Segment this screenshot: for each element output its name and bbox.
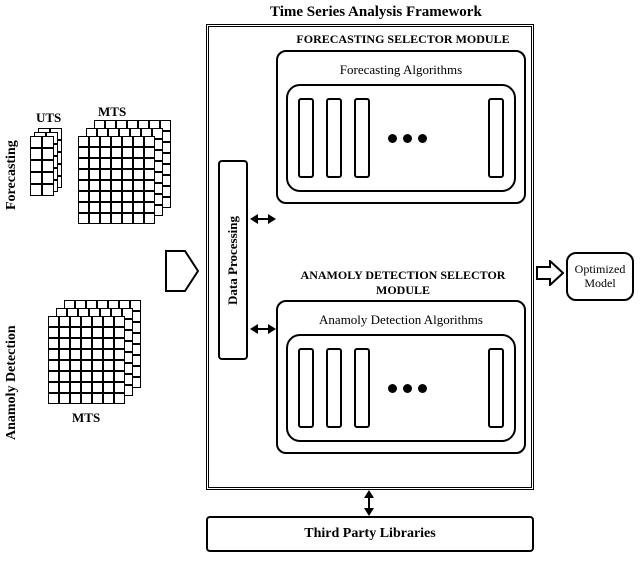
uts-data-stack (30, 128, 70, 202)
ellipsis-icon (388, 384, 427, 393)
anomaly-module-title: ANAMOLY DETECTION SELECTOR MODULE (278, 268, 528, 298)
forecasting-subtitle: Forecasting Algorithms (286, 62, 516, 78)
forecasting-module-title: FORECASTING SELECTOR MODULE (278, 32, 528, 47)
data-processing-label: Data Processing (225, 216, 241, 305)
algo-slot (326, 98, 342, 178)
forecasting-module: Forecasting Algorithms (276, 50, 526, 204)
data-processing-block: Data Processing (218, 160, 248, 360)
algo-slot (354, 98, 370, 178)
axis-label-forecasting: Forecasting (4, 120, 20, 210)
algo-slot (298, 348, 314, 428)
label-uts: UTS (36, 110, 61, 126)
algo-slot (354, 348, 370, 428)
label-mts-top: MTS (98, 104, 126, 120)
axis-label-anomaly: Anamoly Detection (4, 300, 20, 440)
output-arrow-icon (536, 260, 564, 286)
mts-top-stack (78, 120, 178, 230)
algo-slot (298, 98, 314, 178)
anomaly-algobox (286, 334, 516, 442)
bi-arrow-dp-anomaly-icon (250, 320, 276, 338)
framework-title: Time Series Analysis Framework (270, 4, 482, 21)
algo-slot (326, 348, 342, 428)
third-party-libraries: Third Party Libraries (206, 516, 534, 552)
anomaly-subtitle: Anamoly Detection Algorithms (286, 312, 516, 328)
algo-slot (488, 98, 504, 178)
mts-bottom-stack (48, 300, 148, 410)
bi-arrow-framework-tpl-icon (360, 490, 378, 516)
ellipsis-icon (388, 134, 427, 143)
input-flow-arrow-icon (165, 250, 199, 297)
label-mts-bottom: MTS (72, 410, 100, 426)
forecasting-algobox (286, 84, 516, 192)
bi-arrow-dp-forecast-icon (250, 210, 276, 228)
optimized-model: Optimized Model (566, 252, 634, 301)
algo-slot (488, 348, 504, 428)
anomaly-module: Anamoly Detection Algorithms (276, 300, 526, 454)
